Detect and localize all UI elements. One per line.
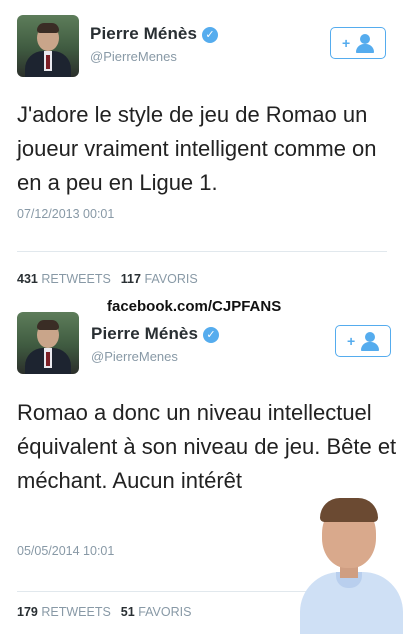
user-handle[interactable]: @PierreMenes [90, 49, 177, 64]
follow-button[interactable]: + [330, 27, 386, 59]
tweet-text: J'adore le style de jeu de Romao un joue… [17, 102, 377, 195]
divider [17, 251, 387, 252]
photo-hair [320, 498, 378, 522]
person-photo [300, 490, 403, 634]
user-handle[interactable]: @PierreMenes [91, 349, 178, 364]
tweet-stats: 179 RETWEETS 51 FAVORIS [17, 605, 191, 619]
retweets-count: 179 [17, 605, 38, 619]
tweet-text: Romao a donc un niveau intellectuel équi… [17, 400, 397, 493]
retweets-stat[interactable]: 179 RETWEETS [17, 605, 111, 619]
verified-badge-icon: ✓ [202, 27, 219, 43]
favorites-label: FAVORIS [144, 272, 198, 286]
avatar-hair [37, 320, 59, 330]
retweets-label: RETWEETS [41, 272, 111, 286]
avatar[interactable] [17, 312, 79, 374]
avatar-hair [37, 23, 59, 33]
display-name-text: Pierre Ménès [91, 324, 199, 343]
tweet-stats: 431 RETWEETS 117 FAVORIS [17, 272, 198, 286]
display-name-text: Pierre Ménès [90, 24, 198, 43]
favorites-stat[interactable]: 51 FAVORIS [121, 605, 192, 619]
display-name[interactable]: Pierre Ménès ✓ [90, 24, 219, 44]
tweet-timestamp[interactable]: 07/12/2013 00:01 [17, 207, 114, 221]
plus-icon: + [347, 333, 356, 349]
verified-badge-icon: ✓ [203, 327, 220, 343]
avatar-tie [46, 55, 50, 69]
tweet-card: Pierre Ménès ✓ @PierreMenes + J'adore le … [0, 0, 403, 300]
favorites-count: 51 [120, 605, 135, 619]
favorites-stat[interactable]: 117 FAVORIS [121, 272, 198, 286]
avatar-tie [46, 352, 50, 366]
plus-icon: + [342, 35, 351, 51]
add-user-icon [360, 332, 380, 351]
tweet-timestamp[interactable]: 05/05/2014 10:01 [17, 544, 114, 558]
add-user-icon [355, 34, 375, 53]
avatar[interactable] [17, 15, 79, 77]
retweets-count: 431 [17, 272, 38, 286]
favorites-label: FAVORIS [138, 605, 192, 619]
follow-button[interactable]: + [335, 325, 391, 357]
retweets-stat[interactable]: 431 RETWEETS [17, 272, 111, 286]
retweets-label: RETWEETS [41, 605, 111, 619]
display-name[interactable]: Pierre Ménès ✓ [91, 324, 220, 344]
favorites-count: 117 [120, 272, 141, 286]
